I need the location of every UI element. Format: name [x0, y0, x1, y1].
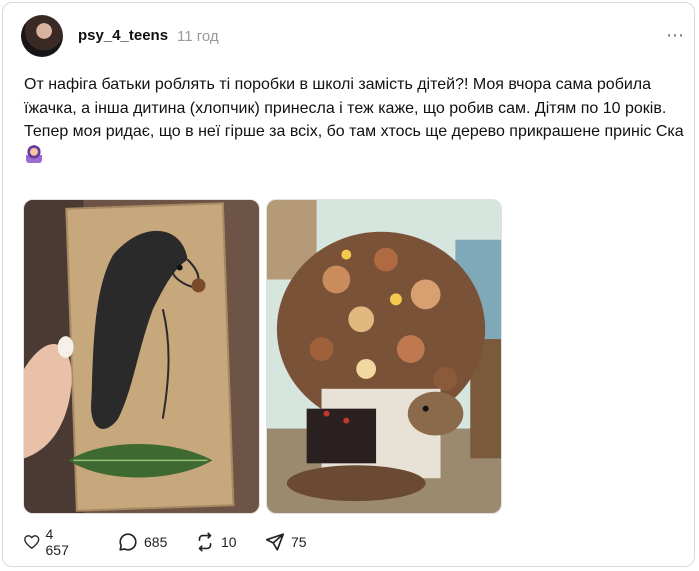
repost-count: 10 — [221, 534, 237, 550]
comment-count: 685 — [144, 534, 168, 550]
post-paragraph-2: Тепер моя ридає, що в неї гірше за всіх,… — [24, 120, 684, 167]
photo-decorated-tree[interactable] — [266, 199, 502, 514]
share-count: 75 — [291, 534, 307, 550]
more-options-icon[interactable]: ⋯ — [666, 26, 685, 44]
like-count: 4 657 — [45, 526, 69, 558]
like-button[interactable]: 4 657 — [23, 526, 73, 558]
woman-facepalming-emoji — [26, 144, 42, 163]
send-icon — [265, 533, 285, 551]
comment-icon — [119, 533, 137, 551]
post-text: От нафіга батьки роблять ті поробки в шк… — [24, 73, 684, 167]
share-button[interactable]: 75 — [264, 530, 307, 554]
photo-hedgehog-cardboard[interactable] — [23, 199, 260, 514]
avatar[interactable] — [21, 15, 63, 57]
hedgehog-cardboard-image — [24, 200, 259, 513]
post-time: 11 год — [177, 28, 219, 45]
post-paragraph-1: От нафіга батьки роблять ті поробки в шк… — [24, 76, 667, 117]
comment-button[interactable]: 685 — [117, 530, 167, 554]
username[interactable]: psy_4_teens — [78, 27, 168, 44]
repost-button[interactable]: 10 — [194, 530, 237, 554]
decorated-tree-image — [267, 200, 501, 513]
repost-icon — [198, 532, 212, 552]
heart-icon — [24, 535, 40, 549]
post-paragraph-2-text: Тепер моя ридає, що в неї гірше за всіх,… — [24, 123, 684, 140]
